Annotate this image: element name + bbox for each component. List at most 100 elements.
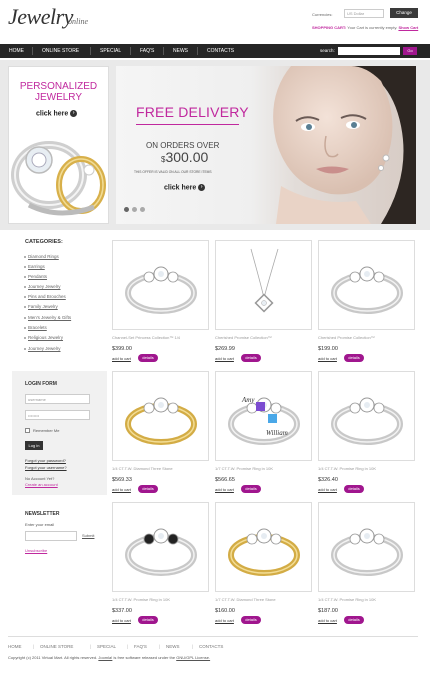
nav-divider bbox=[90, 47, 91, 55]
search-go-button[interactable]: Go bbox=[403, 47, 417, 55]
newsletter-submit-button[interactable]: Submit bbox=[82, 533, 94, 538]
newsletter-email-input[interactable] bbox=[25, 531, 77, 541]
product-name[interactable]: 1/4 CT.T.W. Promise Ring in 10K bbox=[112, 597, 212, 602]
currency-select[interactable]: US Dollar bbox=[344, 9, 384, 18]
title-underline bbox=[136, 124, 239, 125]
site-logo[interactable]: Jewelry bbox=[8, 4, 73, 30]
click-here-label: click here bbox=[164, 184, 197, 192]
product-thumbnail[interactable]: Amy William bbox=[215, 371, 312, 461]
nav-divider bbox=[197, 47, 198, 55]
add-to-cart-link[interactable]: add to cart bbox=[215, 618, 234, 623]
product-name[interactable]: 1/7 CT.T.W. Diamond Three Stone bbox=[215, 597, 315, 602]
login-button[interactable]: Log in bbox=[25, 441, 43, 450]
nav-special[interactable]: SPECIAL bbox=[100, 44, 121, 58]
category-link[interactable]: Journey Jewelry bbox=[28, 346, 61, 351]
add-to-cart-link[interactable]: add to cart bbox=[112, 618, 131, 623]
add-to-cart-link[interactable]: add to cart bbox=[112, 356, 131, 361]
product-thumbnail[interactable] bbox=[215, 240, 312, 330]
product-name[interactable]: 1/7 CT.T.W. Promise Ring in 10K bbox=[215, 466, 315, 471]
slider-dot[interactable] bbox=[132, 207, 137, 212]
product-name[interactable]: Channel-Set Princess Collection™ 1/4 bbox=[112, 335, 212, 340]
add-to-cart-link[interactable]: add to cart bbox=[112, 487, 131, 492]
free-delivery-threshold: $300.00 bbox=[161, 149, 208, 165]
ring-photo-image bbox=[11, 141, 106, 216]
product-name[interactable]: Cherished Promise Collection™ bbox=[318, 335, 418, 340]
remember-me-checkbox[interactable] bbox=[25, 428, 30, 433]
free-delivery-promo[interactable]: FREE DELIVERY ON ORDERS OVER $300.00 THI… bbox=[116, 66, 416, 224]
unsubscribe-link[interactable]: Unsubscribe bbox=[25, 548, 47, 553]
category-link[interactable]: Family Jewelry bbox=[28, 304, 58, 309]
nav-online-store[interactable]: ONLINE STORE bbox=[42, 44, 79, 58]
footer-nav-item[interactable]: SPECIAL bbox=[97, 644, 116, 649]
promo-left-click-here[interactable]: click here › bbox=[36, 110, 78, 117]
footer-nav-item[interactable]: FAQ'S bbox=[134, 644, 147, 649]
footer-nav-item[interactable]: ONLINE STORE bbox=[40, 644, 73, 649]
category-link[interactable]: Bracelets bbox=[28, 325, 47, 330]
details-button[interactable]: details bbox=[138, 616, 158, 624]
nav-faqs[interactable]: FAQ'S bbox=[140, 44, 154, 58]
category-link[interactable]: Men's Jewelry & Gifts bbox=[28, 315, 71, 320]
category-link[interactable]: Earrings bbox=[28, 264, 45, 269]
nav-home[interactable]: HOME bbox=[9, 44, 24, 58]
product-price: $187.00 bbox=[318, 608, 338, 614]
add-to-cart-link[interactable]: add to cart bbox=[215, 487, 234, 492]
details-button[interactable]: details bbox=[344, 616, 364, 624]
show-cart-link[interactable]: Show Cart bbox=[398, 25, 418, 30]
personalized-jewelry-promo[interactable]: PERSONALIZED JEWELRY click here › bbox=[8, 66, 109, 224]
bullet-icon bbox=[24, 306, 26, 308]
forgot-username-link[interactable]: Forgot your username? bbox=[25, 465, 67, 470]
details-button[interactable]: details bbox=[241, 485, 261, 493]
ring-image bbox=[125, 266, 197, 314]
product-name[interactable]: Cherished Promise Collection™ bbox=[215, 335, 315, 340]
category-link[interactable]: Journey Jewelry bbox=[28, 284, 61, 289]
footer-separator: | bbox=[90, 644, 92, 649]
footer-nav-item[interactable]: CONTACTS bbox=[199, 644, 223, 649]
category-link[interactable]: Pendants bbox=[28, 274, 47, 279]
product-name[interactable]: 1/4 CT.T.W. Promise Ring in 10K bbox=[318, 597, 418, 602]
nav-news[interactable]: NEWS bbox=[173, 44, 188, 58]
username-field[interactable]: username bbox=[25, 394, 90, 404]
product-thumbnail[interactable] bbox=[318, 240, 415, 330]
forgot-password-link[interactable]: Forgot your password? bbox=[25, 458, 66, 463]
footer-nav-item[interactable]: HOME bbox=[8, 644, 22, 649]
product-thumbnail[interactable] bbox=[318, 371, 415, 461]
copyright-main: Copyright (c) 2011 Virtual Mart. All rig… bbox=[8, 655, 98, 660]
engraving-name-1: Amy bbox=[241, 396, 255, 404]
copyright-mid: is free software released under the bbox=[113, 655, 176, 660]
category-link[interactable]: Religious Jewelry bbox=[28, 335, 63, 340]
bullet-icon bbox=[24, 266, 26, 268]
product-thumbnail[interactable] bbox=[112, 502, 209, 592]
nav-contacts[interactable]: CONTACTS bbox=[207, 44, 234, 58]
details-button[interactable]: details bbox=[344, 354, 364, 362]
product-thumbnail[interactable] bbox=[318, 502, 415, 592]
slider-dot[interactable] bbox=[124, 207, 129, 212]
details-button[interactable]: details bbox=[138, 485, 158, 493]
details-button[interactable]: details bbox=[241, 616, 261, 624]
search-input[interactable] bbox=[338, 47, 400, 55]
add-to-cart-link[interactable]: add to cart bbox=[318, 487, 337, 492]
product-thumbnail[interactable] bbox=[112, 371, 209, 461]
create-account-link[interactable]: Create an account bbox=[25, 482, 58, 487]
category-link[interactable]: Diamond Rings bbox=[28, 254, 59, 259]
password-field[interactable]: •••••••• bbox=[25, 410, 90, 420]
slider-dot[interactable] bbox=[140, 207, 145, 212]
details-button[interactable]: details bbox=[344, 485, 364, 493]
product-name[interactable]: 1/4 CT.T.W. Promise Ring in 10K bbox=[318, 466, 418, 471]
product-thumbnail[interactable] bbox=[215, 502, 312, 592]
cart-text: Your Cart is currently empty. bbox=[347, 25, 398, 30]
change-currency-button[interactable]: Change bbox=[390, 8, 418, 18]
model-photo-image bbox=[273, 66, 416, 224]
joomla-link[interactable]: Joomla! bbox=[98, 655, 112, 660]
footer-nav-item[interactable]: NEWS bbox=[166, 644, 180, 649]
category-link[interactable]: Pins and Brooches bbox=[28, 294, 66, 299]
add-to-cart-link[interactable]: add to cart bbox=[318, 356, 337, 361]
add-to-cart-link[interactable]: add to cart bbox=[318, 618, 337, 623]
details-button[interactable]: details bbox=[241, 354, 261, 362]
add-to-cart-link[interactable]: add to cart bbox=[215, 356, 234, 361]
product-thumbnail[interactable] bbox=[112, 240, 209, 330]
product-name[interactable]: 1/4 CT.T.W. Diamond Three Stone bbox=[112, 466, 212, 471]
license-link[interactable]: GNU/GPL License. bbox=[176, 655, 210, 660]
details-button[interactable]: details bbox=[138, 354, 158, 362]
arrow-right-icon: › bbox=[70, 110, 78, 117]
promo-right-click-here[interactable]: click here › bbox=[164, 184, 206, 192]
